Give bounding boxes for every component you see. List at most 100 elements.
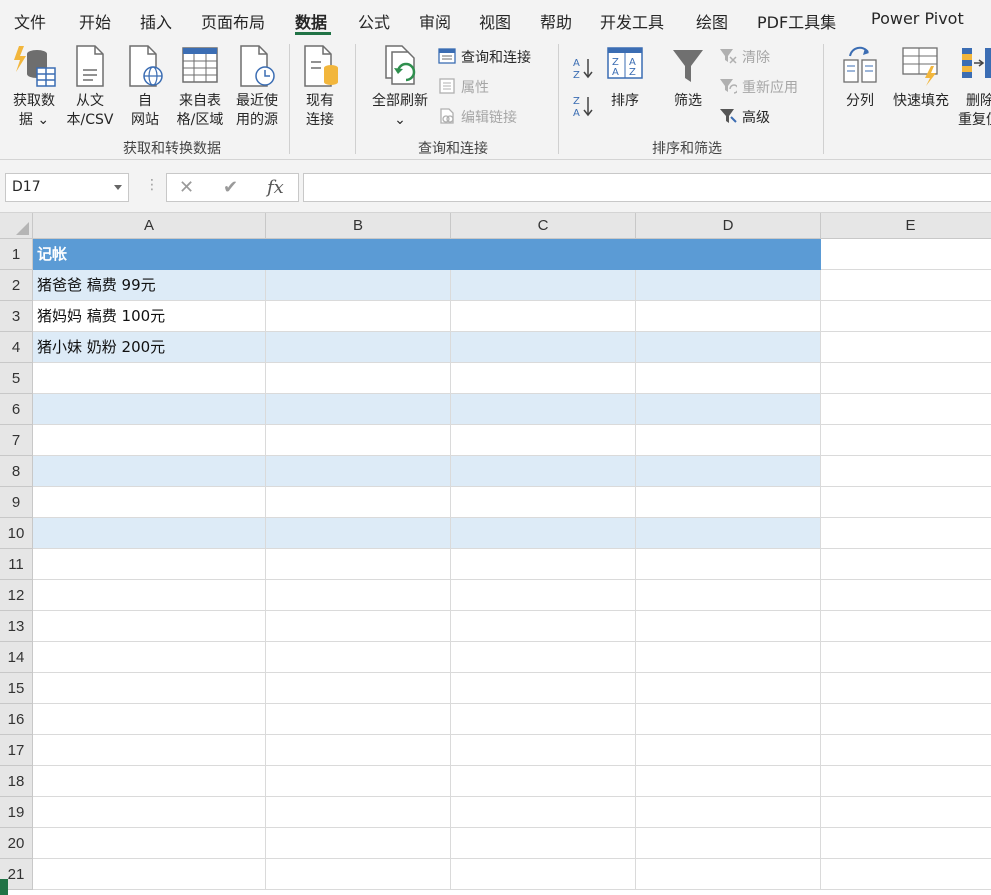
cell-a18[interactable]	[33, 766, 266, 797]
cell-d7[interactable]	[636, 425, 821, 456]
cell-b17[interactable]	[266, 735, 451, 766]
cell-d12[interactable]	[636, 580, 821, 611]
cell-d13[interactable]	[636, 611, 821, 642]
text-to-columns-button[interactable]: 分列	[838, 44, 882, 111]
row-header-13[interactable]: 13	[0, 611, 33, 642]
cell-a2[interactable]: 猪爸爸 稿费 99元	[33, 270, 266, 301]
cell-c11[interactable]	[451, 549, 636, 580]
cell-e19[interactable]	[821, 797, 991, 828]
cell-e16[interactable]	[821, 704, 991, 735]
cell-d21[interactable]	[636, 859, 821, 890]
cell-a9[interactable]	[33, 487, 266, 518]
row-header-1[interactable]: 1	[0, 239, 33, 270]
cell-c4[interactable]	[451, 332, 636, 363]
sort-descending-button[interactable]: Z A	[572, 94, 594, 124]
tab-file[interactable]: 文件	[14, 9, 46, 33]
cell-d17[interactable]	[636, 735, 821, 766]
cell-a1[interactable]: 记帐	[33, 239, 266, 270]
worksheet-grid[interactable]: A B C D E 1 记帐 2 猪爸爸 稿费 99元 3 猪妈妈 稿费 100元 4 猪小妹 奶粉 2…	[0, 213, 991, 895]
cell-e8[interactable]	[821, 456, 991, 487]
cell-b3[interactable]	[266, 301, 451, 332]
cancel-icon[interactable]: ✕	[179, 177, 194, 198]
cell-e11[interactable]	[821, 549, 991, 580]
cell-c3[interactable]	[451, 301, 636, 332]
sort-button[interactable]: Z A A Z 排序	[603, 44, 647, 111]
cell-b9[interactable]	[266, 487, 451, 518]
clear-filter-button[interactable]: 清除	[719, 47, 770, 68]
edit-links-button[interactable]: 编辑链接	[438, 107, 517, 128]
filter-button[interactable]: 筛选	[667, 44, 709, 111]
cell-d19[interactable]	[636, 797, 821, 828]
row-header-20[interactable]: 20	[0, 828, 33, 859]
cell-d6[interactable]	[636, 394, 821, 425]
cell-d10[interactable]	[636, 518, 821, 549]
tab-power-pivot[interactable]: Power Pivot	[871, 9, 964, 28]
cell-d5[interactable]	[636, 363, 821, 394]
cell-e2[interactable]	[821, 270, 991, 301]
cell-c6[interactable]	[451, 394, 636, 425]
cell-d14[interactable]	[636, 642, 821, 673]
select-all-button[interactable]	[0, 213, 33, 239]
insert-function-button[interactable]: fx	[267, 177, 284, 198]
row-header-16[interactable]: 16	[0, 704, 33, 735]
cell-d1[interactable]	[636, 239, 821, 270]
cell-b21[interactable]	[266, 859, 451, 890]
enter-check-icon[interactable]: ✔	[223, 177, 238, 198]
cell-a21[interactable]	[33, 859, 266, 890]
cell-b7[interactable]	[266, 425, 451, 456]
tab-help[interactable]: 帮助	[540, 9, 572, 33]
cell-b5[interactable]	[266, 363, 451, 394]
cell-c16[interactable]	[451, 704, 636, 735]
cell-d9[interactable]	[636, 487, 821, 518]
cell-b8[interactable]	[266, 456, 451, 487]
cell-c10[interactable]	[451, 518, 636, 549]
cell-c7[interactable]	[451, 425, 636, 456]
row-header-11[interactable]: 11	[0, 549, 33, 580]
from-web-button[interactable]: 自 网站	[122, 44, 168, 130]
cell-a11[interactable]	[33, 549, 266, 580]
cell-a15[interactable]	[33, 673, 266, 704]
cell-c20[interactable]	[451, 828, 636, 859]
cell-c21[interactable]	[451, 859, 636, 890]
cell-a6[interactable]	[33, 394, 266, 425]
column-header-a[interactable]: A	[33, 213, 266, 239]
cell-e1[interactable]	[821, 239, 991, 270]
cell-b19[interactable]	[266, 797, 451, 828]
get-data-button[interactable]: 获取数 据 ⌄	[8, 44, 60, 130]
reapply-button[interactable]: 重新应用	[719, 77, 798, 98]
row-header-19[interactable]: 19	[0, 797, 33, 828]
column-header-c[interactable]: C	[451, 213, 636, 239]
from-table-range-button[interactable]: 来自表 格/区域	[174, 44, 226, 130]
cell-c2[interactable]	[451, 270, 636, 301]
row-header-10[interactable]: 10	[0, 518, 33, 549]
cell-d3[interactable]	[636, 301, 821, 332]
cell-e13[interactable]	[821, 611, 991, 642]
cell-a7[interactable]	[33, 425, 266, 456]
cell-c1[interactable]	[451, 239, 636, 270]
tab-data[interactable]: 数据	[295, 9, 327, 33]
cell-e17[interactable]	[821, 735, 991, 766]
cell-a4[interactable]: 猪小妹 奶粉 200元	[33, 332, 266, 363]
cell-c9[interactable]	[451, 487, 636, 518]
tab-review[interactable]: 审阅	[419, 9, 451, 33]
cell-b20[interactable]	[266, 828, 451, 859]
row-header-7[interactable]: 7	[0, 425, 33, 456]
tab-home[interactable]: 开始	[79, 9, 111, 33]
flash-fill-button[interactable]: 快速填充	[888, 44, 954, 111]
refresh-all-button[interactable]: 全部刷新 ⌄	[366, 44, 434, 130]
cell-a20[interactable]	[33, 828, 266, 859]
cell-a12[interactable]	[33, 580, 266, 611]
cell-e21[interactable]	[821, 859, 991, 890]
cell-e20[interactable]	[821, 828, 991, 859]
recent-sources-button[interactable]: 最近使 用的源	[231, 44, 283, 130]
cell-c8[interactable]	[451, 456, 636, 487]
row-header-9[interactable]: 9	[0, 487, 33, 518]
cell-d2[interactable]	[636, 270, 821, 301]
cell-e7[interactable]	[821, 425, 991, 456]
chevron-down-icon[interactable]	[114, 185, 122, 190]
row-header-17[interactable]: 17	[0, 735, 33, 766]
cell-d11[interactable]	[636, 549, 821, 580]
cell-a14[interactable]	[33, 642, 266, 673]
cell-b13[interactable]	[266, 611, 451, 642]
tab-view[interactable]: 视图	[479, 9, 511, 33]
